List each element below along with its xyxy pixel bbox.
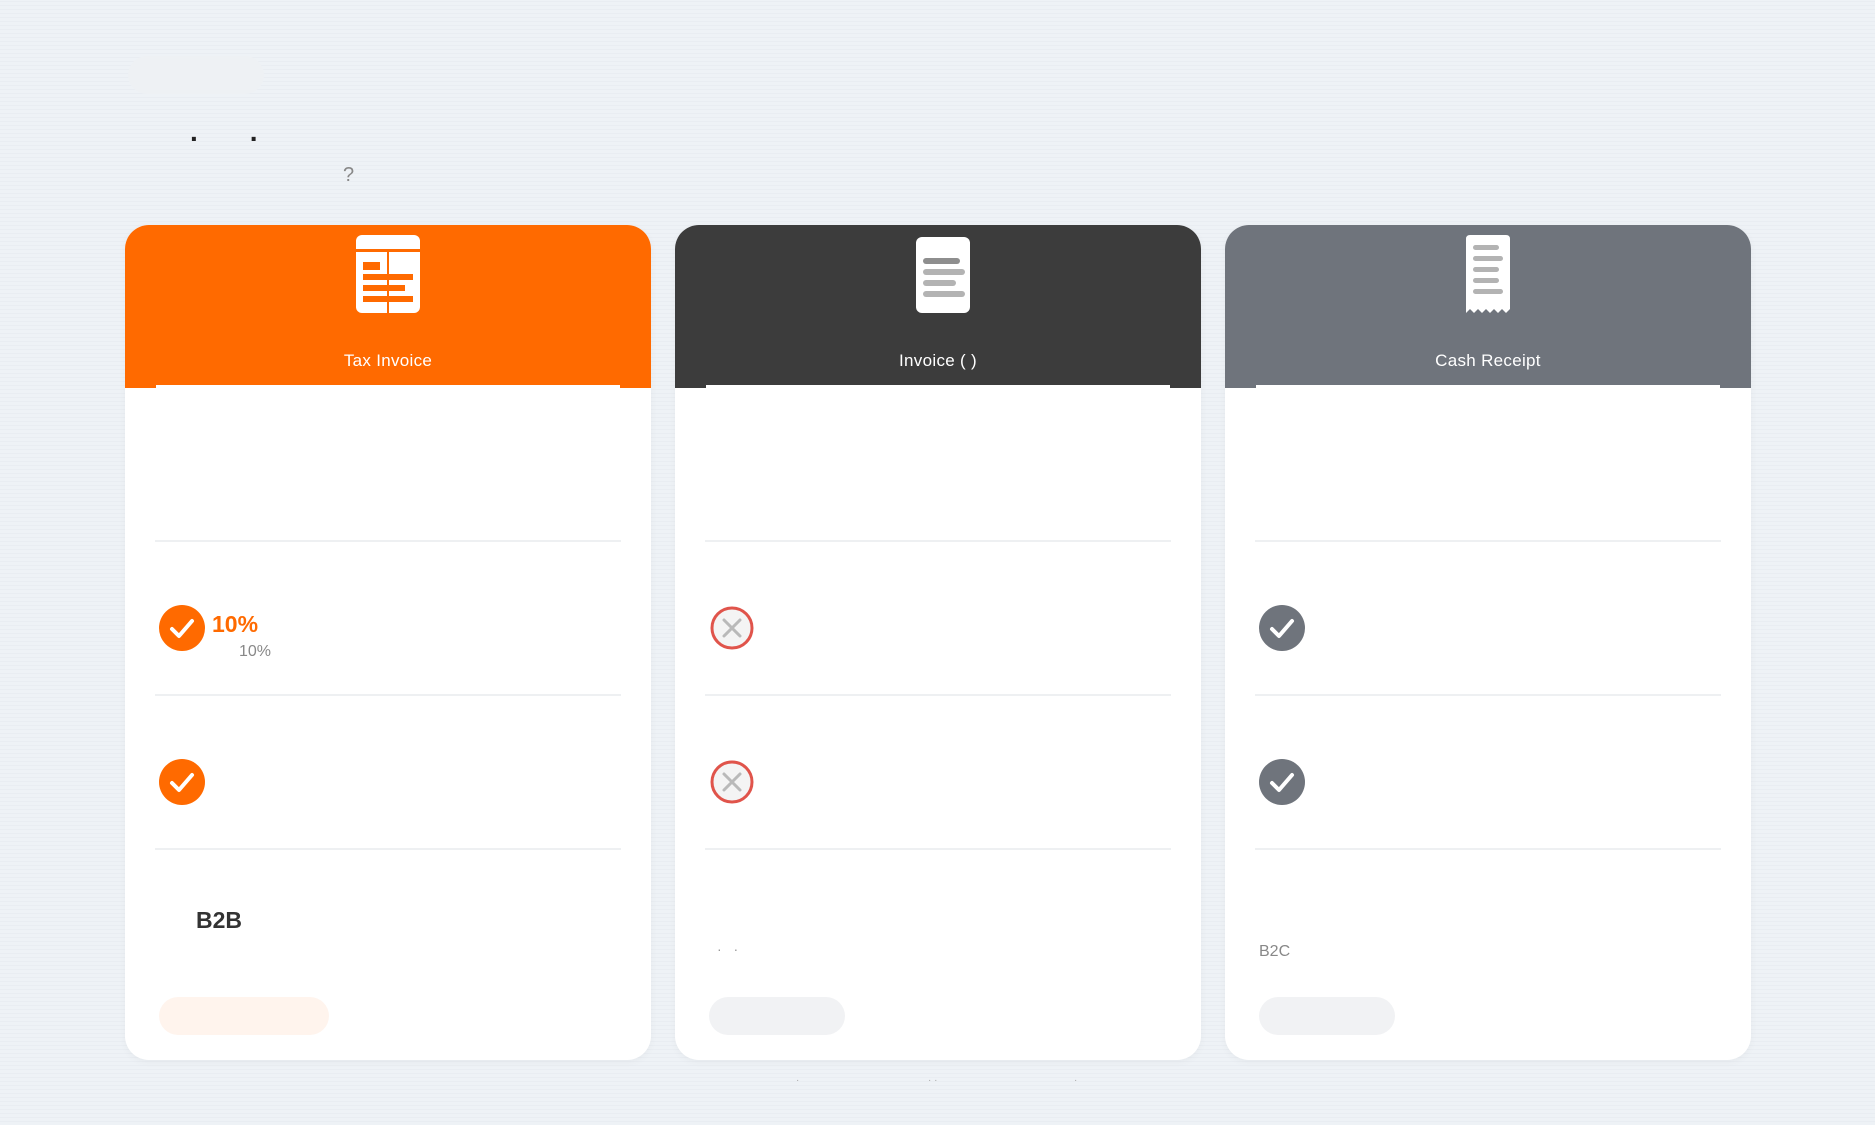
feature-row [705,388,1171,542]
feature-row-vat: 10% 10% [155,542,621,696]
card-cash-receipt[interactable]: Cash Receipt B2C [1225,225,1751,1060]
audience-label: B2B [196,907,243,933]
footer-mark: · [796,1075,800,1086]
tax-invoice-icon [356,235,420,313]
feature-row [705,696,1171,850]
footer-mark: · [1074,1075,1078,1086]
card-header: Invoice ( ) [675,225,1201,388]
audience-label: · · [717,941,743,957]
card-title: Cash Receipt [1435,351,1541,370]
top-badge [128,56,264,94]
vat-rate: 10% [212,611,259,637]
page-subtitle: ? [343,164,355,186]
vat-note: 10% [239,643,272,660]
card-title: Tax Invoice [343,351,433,370]
receipt-icon [1466,235,1510,313]
feature-row [155,696,621,850]
card-header: Cash Receipt [1225,225,1751,388]
check-icon [159,759,205,805]
card-header: Tax Invoice [125,225,651,388]
feature-row [155,388,621,542]
check-icon [1259,605,1305,651]
select-button[interactable] [1259,997,1395,1035]
card-title: Invoice ( ) [899,351,977,370]
feature-row [1255,542,1721,696]
feature-row [705,542,1171,696]
footer-mark: · · [928,1075,938,1086]
audience-label: B2C [1259,943,1291,960]
page-title: .. [190,116,310,147]
card-invoice[interactable]: Invoice ( ) · · [675,225,1201,1060]
select-button[interactable] [709,997,845,1035]
cross-icon [709,759,755,805]
invoice-icon [916,237,970,313]
card-tax-invoice[interactable]: Tax Invoice 10% 10% B2B [125,225,651,1060]
check-icon [159,605,205,651]
select-button[interactable] [159,997,329,1035]
cross-icon [709,605,755,651]
check-icon [1259,759,1305,805]
feature-row [1255,696,1721,850]
feature-row [1255,388,1721,542]
